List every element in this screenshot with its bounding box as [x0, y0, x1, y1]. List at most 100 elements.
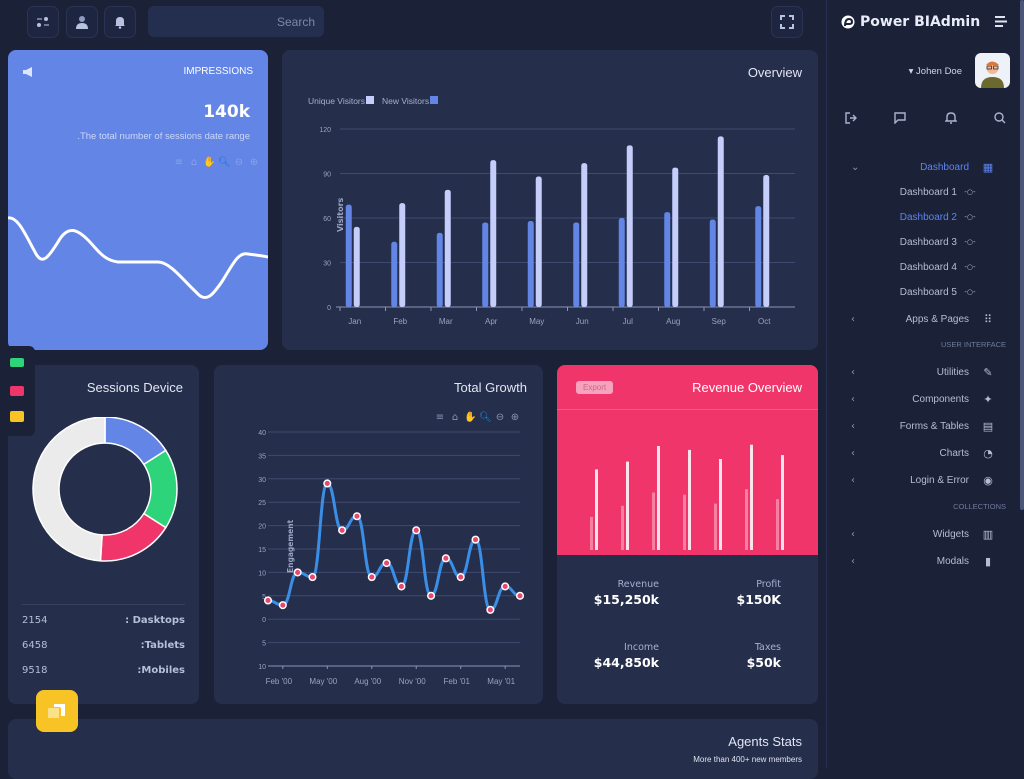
search-input[interactable]	[160, 14, 315, 29]
data-point[interactable]	[501, 582, 510, 591]
zoom-in-icon[interactable]: 🔍︎	[218, 157, 231, 169]
reset-icon[interactable]: ⊕	[248, 157, 260, 169]
export-button[interactable]: Export	[576, 381, 614, 394]
data-point[interactable]	[293, 568, 302, 577]
sidebar-item-dashboard-5[interactable]: Dashboard 5 -○-	[827, 281, 1017, 303]
circle-dot-icon: -○-	[964, 238, 976, 246]
menu-icon[interactable]: ≡	[173, 157, 185, 169]
data-point[interactable]	[338, 526, 347, 535]
bar-new-visitors[interactable]	[482, 222, 489, 307]
bar-unique-visitors[interactable]	[626, 145, 633, 307]
search-icon[interactable]	[994, 112, 1006, 124]
notifications-button[interactable]	[104, 6, 136, 38]
revenue-bar-primary[interactable]	[595, 469, 598, 550]
revenue-bar-secondary[interactable]	[714, 503, 717, 550]
bar-unique-visitors[interactable]	[672, 167, 679, 307]
sidebar-item-forms-tables[interactable]: ‹ Forms & Tables ▤	[827, 415, 1017, 437]
revenue-bar-secondary[interactable]	[652, 492, 655, 550]
bar-unique-visitors[interactable]	[353, 226, 360, 307]
chat-icon[interactable]	[894, 112, 906, 124]
data-point[interactable]	[352, 512, 361, 521]
data-point[interactable]	[486, 605, 495, 614]
data-point[interactable]	[323, 479, 332, 488]
apps-button[interactable]	[27, 6, 59, 38]
data-point[interactable]	[367, 573, 376, 582]
sidebar-item-charts[interactable]: ‹ Charts ◔	[827, 442, 1017, 464]
bar-unique-visitors[interactable]	[717, 136, 724, 307]
bar-unique-visitors[interactable]	[763, 174, 770, 307]
revenue-bar-primary[interactable]	[626, 461, 629, 550]
sidebar-item-widgets[interactable]: ‹ Widgets ▥	[827, 523, 1017, 545]
bar-new-visitors[interactable]	[527, 220, 534, 307]
x-tick-label: Aug	[666, 317, 680, 326]
menu-toggle-icon[interactable]	[995, 16, 1007, 27]
money-icon[interactable]	[10, 358, 24, 367]
pan-icon[interactable]: ✋	[203, 157, 215, 169]
user-dropdown[interactable]: ▾ Johen Doe	[909, 66, 962, 77]
data-point[interactable]	[397, 582, 406, 591]
sidebar-scrollbar[interactable]	[1020, 0, 1024, 510]
sidebar-item-dashboard-2[interactable]: Dashboard 2 -○-	[827, 206, 1017, 228]
avatar[interactable]	[975, 53, 1010, 88]
data-point[interactable]	[427, 591, 436, 600]
bar-new-visitors[interactable]	[573, 222, 580, 307]
bar-new-visitors[interactable]	[391, 241, 398, 307]
bell-icon[interactable]	[945, 111, 957, 124]
home-icon[interactable]: ⌂	[188, 157, 200, 169]
revenue-bar-secondary[interactable]	[621, 505, 624, 550]
data-point[interactable]	[515, 591, 525, 600]
sidebar-item-dashboard-1[interactable]: Dashboard 1 -○-	[827, 181, 1017, 203]
revenue-bar-secondary[interactable]	[590, 516, 593, 550]
image-icon[interactable]	[10, 386, 24, 396]
media-icon[interactable]	[10, 411, 24, 422]
sidebar-item-label: Widgets	[932, 528, 969, 540]
sidebar-item-dashboard-3[interactable]: Dashboard 3 -○-	[827, 231, 1017, 253]
logout-icon[interactable]	[845, 112, 857, 124]
sidebar-item-apps-pages[interactable]: ‹ Apps & Pages ⠿	[827, 308, 1017, 330]
floating-action-button[interactable]	[36, 690, 78, 732]
bar-unique-visitors[interactable]	[581, 163, 588, 307]
sidebar-item-dashboard-4[interactable]: Dashboard 4 -○-	[827, 256, 1017, 278]
bar-unique-visitors[interactable]	[535, 176, 542, 307]
data-point[interactable]	[308, 573, 317, 582]
bar-new-visitors[interactable]	[755, 206, 762, 307]
data-point[interactable]	[471, 535, 480, 544]
stat-revenue: Revenue $15,250k	[594, 579, 659, 607]
bar-unique-visitors[interactable]	[490, 160, 497, 307]
brand[interactable]: Power BIAdmin	[841, 14, 980, 30]
data-point[interactable]	[441, 554, 450, 563]
bar-new-visitors[interactable]	[345, 204, 352, 307]
revenue-bar-primary[interactable]	[750, 444, 753, 550]
data-point[interactable]	[263, 596, 273, 605]
zoom-out-icon[interactable]: ⊖	[233, 157, 245, 169]
profile-button[interactable]	[66, 6, 98, 38]
search-box[interactable]	[148, 6, 324, 37]
donut-slice-other[interactable]	[32, 417, 106, 562]
revenue-bar-primary[interactable]	[657, 446, 660, 550]
revenue-bar-primary[interactable]	[688, 449, 691, 550]
fullscreen-button[interactable]	[771, 6, 803, 38]
bar-new-visitors[interactable]	[618, 218, 625, 307]
revenue-bar-secondary[interactable]	[745, 489, 748, 550]
bar-new-visitors[interactable]	[436, 232, 443, 307]
sidebar-item-dashboard[interactable]: ⌄ Dashboard ▦	[827, 156, 1017, 178]
sidebar-item-components[interactable]: ‹ Components ✦	[827, 388, 1017, 410]
stat-label: Taxes	[754, 642, 781, 653]
revenue-bar-secondary[interactable]	[776, 499, 779, 550]
data-point[interactable]	[412, 526, 421, 535]
sidebar-item-modals[interactable]: ‹ Modals ▮	[827, 550, 1017, 572]
sidebar-item-utilities[interactable]: ‹ Utilities ✎	[827, 361, 1017, 383]
bar-unique-visitors[interactable]	[399, 203, 406, 307]
data-point[interactable]	[382, 558, 391, 568]
bar-new-visitors[interactable]	[709, 219, 716, 307]
bar-unique-visitors[interactable]	[444, 189, 451, 307]
bar-new-visitors[interactable]	[664, 212, 671, 307]
sidebar-item-login-error[interactable]: ‹ Login & Error ◉	[827, 469, 1017, 491]
data-point[interactable]	[278, 601, 287, 610]
data-point[interactable]	[456, 573, 465, 582]
agents-stats-card: Agents Stats More than 400+ new members	[8, 719, 818, 779]
revenue-bar-secondary[interactable]	[683, 494, 686, 550]
revenue-bar-primary[interactable]	[781, 455, 784, 550]
revenue-bar-primary[interactable]	[719, 459, 722, 550]
donut-slice-mobiles[interactable]	[99, 512, 167, 562]
